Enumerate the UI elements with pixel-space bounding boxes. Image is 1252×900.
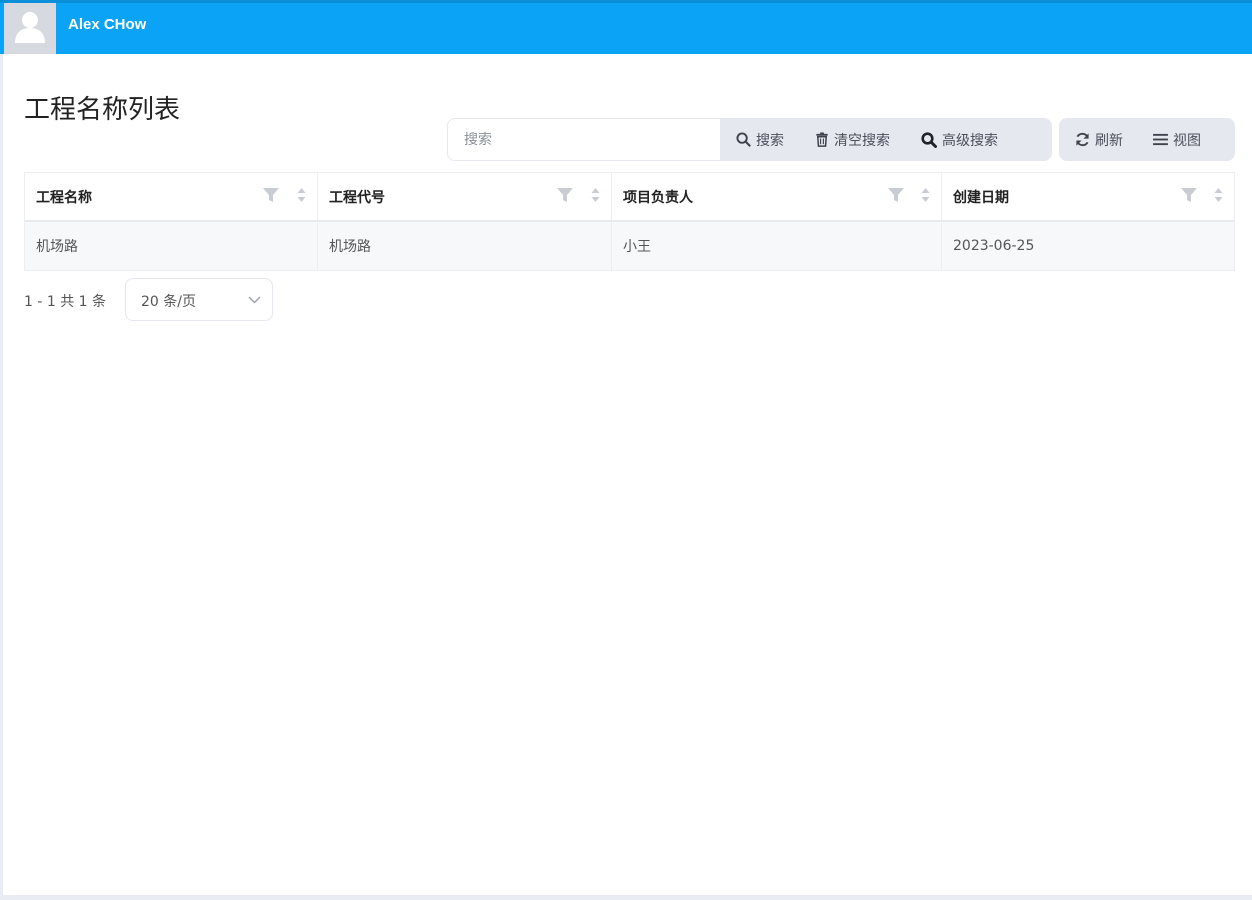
trash-icon bbox=[816, 132, 828, 147]
page-title: 工程名称列表 bbox=[24, 95, 181, 126]
user-name[interactable]: Alex CHow bbox=[68, 16, 146, 33]
column-header-label: 创建日期 bbox=[953, 189, 1009, 206]
window-bottom-edge bbox=[0, 895, 1252, 900]
advanced-search-button[interactable]: 高级搜索 bbox=[921, 119, 998, 160]
sort-icon[interactable] bbox=[921, 187, 930, 203]
column-header-manager[interactable]: 项目负责人 bbox=[612, 173, 942, 220]
page-size-value: 20 条/页 bbox=[141, 294, 196, 310]
sort-icon[interactable] bbox=[1214, 187, 1223, 203]
refresh-button[interactable]: 刷新 bbox=[1075, 119, 1123, 160]
sort-icon[interactable] bbox=[591, 187, 600, 203]
search-input[interactable] bbox=[448, 119, 720, 160]
zoom-search-icon bbox=[921, 131, 937, 148]
table-cell: 2023-06-25 bbox=[953, 238, 1035, 254]
clear-search-label: 清空搜索 bbox=[834, 132, 890, 149]
table-cell: 机场路 bbox=[318, 222, 612, 270]
search-button-strip: 搜索 清空搜索 高级搜索 bbox=[720, 119, 1051, 160]
table-cell: 机场路 bbox=[25, 222, 318, 270]
top-bar: Alex CHow bbox=[0, 0, 1252, 54]
avatar[interactable] bbox=[4, 3, 56, 54]
view-controls: 刷新 视图 bbox=[1059, 118, 1235, 161]
chevron-down-icon bbox=[248, 296, 261, 304]
search-group: 搜索 清空搜索 高级搜索 bbox=[447, 118, 1052, 161]
project-table: 工程名称 工程代号 项目负责人 创建日期 机场路 机场路 小王 2023-06-… bbox=[24, 172, 1235, 271]
table-row[interactable]: 机场路 机场路 小王 2023-06-25 bbox=[25, 222, 1234, 270]
search-icon bbox=[736, 132, 751, 147]
column-header-label: 项目负责人 bbox=[623, 189, 693, 206]
table-header: 工程名称 工程代号 项目负责人 创建日期 bbox=[25, 173, 1234, 222]
refresh-label: 刷新 bbox=[1095, 132, 1123, 149]
filter-icon[interactable] bbox=[557, 188, 573, 203]
column-header-label: 工程代号 bbox=[329, 189, 385, 206]
sort-icon[interactable] bbox=[297, 187, 306, 203]
page-size-select[interactable]: 20 条/页 bbox=[125, 278, 273, 321]
refresh-icon bbox=[1076, 132, 1089, 147]
advanced-search-label: 高级搜索 bbox=[942, 132, 998, 149]
user-icon bbox=[15, 12, 45, 43]
view-label: 视图 bbox=[1173, 132, 1201, 149]
window-left-edge bbox=[0, 54, 3, 900]
column-header-code[interactable]: 工程代号 bbox=[318, 173, 612, 220]
column-header-label: 工程名称 bbox=[36, 189, 92, 206]
filter-icon[interactable] bbox=[1181, 188, 1197, 203]
pagination-summary: 1 - 1 共 1 条 bbox=[24, 294, 107, 310]
column-header-created-date[interactable]: 创建日期 bbox=[942, 173, 1234, 220]
search-button[interactable]: 搜索 bbox=[736, 119, 784, 160]
filter-icon[interactable] bbox=[263, 188, 279, 203]
search-button-label: 搜索 bbox=[756, 132, 784, 149]
filter-icon[interactable] bbox=[888, 188, 904, 203]
clear-search-button[interactable]: 清空搜索 bbox=[815, 119, 890, 160]
table-cell: 小王 bbox=[612, 222, 942, 270]
view-button[interactable]: 视图 bbox=[1153, 119, 1201, 160]
column-header-name[interactable]: 工程名称 bbox=[25, 173, 318, 220]
list-icon bbox=[1153, 133, 1168, 146]
